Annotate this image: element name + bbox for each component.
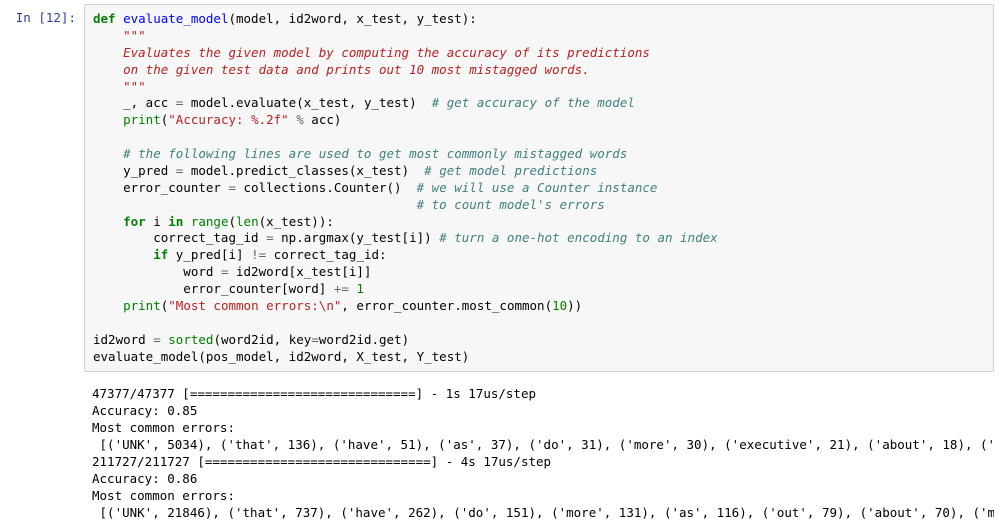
code-text: y_pred[i] <box>168 247 251 262</box>
builtin-len: len <box>236 214 259 229</box>
op-mod: % <box>296 112 304 127</box>
out-line: [('UNK', 5034), ('that', 136), ('have', … <box>92 437 994 452</box>
builtin-print: print <box>123 298 161 313</box>
code-text: correct_tag_id: <box>266 247 386 262</box>
indent <box>93 214 123 229</box>
code-text: id2word <box>93 332 153 347</box>
code-text: error_counter[word] <box>93 281 334 296</box>
sig: (model, id2word, x_test, y_test): <box>228 11 476 26</box>
code-text: np.argmax(y_test[i]) <box>274 230 440 245</box>
op-assign: = <box>228 180 236 195</box>
comment: # we will use a Counter instance <box>417 180 658 195</box>
builtin-sorted: sorted <box>168 332 213 347</box>
code-text: word2id.get) <box>319 332 409 347</box>
code-block: def evaluate_model(model, id2word, x_tes… <box>93 11 985 365</box>
out-line: Accuracy: 0.86 <box>92 471 197 486</box>
comment: # get model predictions <box>424 163 597 178</box>
op-iadd: += <box>334 281 349 296</box>
out-line: 47377/47377 [===========================… <box>92 386 536 401</box>
code-text: i <box>146 214 169 229</box>
code-text: acc) <box>304 112 342 127</box>
kw-for: for <box>123 214 146 229</box>
number: 10 <box>552 298 567 313</box>
indent <box>93 247 153 262</box>
op-assign: = <box>311 332 319 347</box>
paren: ( <box>229 214 237 229</box>
comment: # turn a one-hot encoding to an index <box>439 230 717 245</box>
kw-def: def <box>93 11 116 26</box>
code-text: y_pred <box>93 163 176 178</box>
out-line: Most common errors: <box>92 488 235 503</box>
docstring-open: """ <box>93 28 146 43</box>
docstring-line: on the given test data and prints out 10… <box>93 62 590 77</box>
kw-in: in <box>168 214 183 229</box>
code-text: model.predict_classes(x_test) <box>183 163 424 178</box>
op-assign: = <box>266 230 274 245</box>
code-text: correct_tag_id <box>93 230 266 245</box>
kw-if: if <box>153 247 168 262</box>
docstring-close: """ <box>93 79 146 94</box>
out-line: 211727/211727 [=========================… <box>92 454 551 469</box>
output-cell: 47377/47377 [===========================… <box>0 376 1000 531</box>
comment: # get accuracy of the model <box>432 95 635 110</box>
docstring-line: Evaluates the given model by computing t… <box>93 45 650 60</box>
space <box>183 214 191 229</box>
indent <box>93 298 123 313</box>
input-cell: In [12]: def evaluate_model(model, id2wo… <box>0 0 1000 376</box>
number: 1 <box>356 281 364 296</box>
code-text: _, acc <box>93 95 176 110</box>
out-line: Most common errors: <box>92 420 235 435</box>
input-prompt: In [12]: <box>0 4 84 372</box>
code-input-area[interactable]: def evaluate_model(model, id2word, x_tes… <box>84 4 994 372</box>
code-text: word <box>93 264 221 279</box>
indent <box>93 112 123 127</box>
out-line: [('UNK', 21846), ('that', 737), ('have',… <box>92 505 994 520</box>
builtin-print: print <box>123 112 161 127</box>
code-text: )) <box>567 298 582 313</box>
string: "Accuracy: %.2f" <box>168 112 288 127</box>
comment: # to count model's errors <box>93 197 605 212</box>
stdout-area: 47377/47377 [===========================… <box>84 380 994 527</box>
comment: # the following lines are used to get mo… <box>93 146 627 161</box>
code-text: error_counter <box>93 180 228 195</box>
code-text: (word2id, key <box>213 332 311 347</box>
code-text: id2word[x_test[i]] <box>228 264 371 279</box>
string: "Most common errors:\n" <box>168 298 341 313</box>
out-line: Accuracy: 0.85 <box>92 403 197 418</box>
op-assign: = <box>153 332 161 347</box>
code-text: collections.Counter() <box>236 180 417 195</box>
builtin-range: range <box>191 214 229 229</box>
op-ne: != <box>251 247 266 262</box>
code-text: model.evaluate(x_test, y_test) <box>183 95 431 110</box>
code-text: (x_test)): <box>259 214 334 229</box>
code-text: , error_counter.most_common( <box>341 298 552 313</box>
fn-name: evaluate_model <box>123 11 228 26</box>
code-text: evaluate_model(pos_model, id2word, X_tes… <box>93 349 469 364</box>
